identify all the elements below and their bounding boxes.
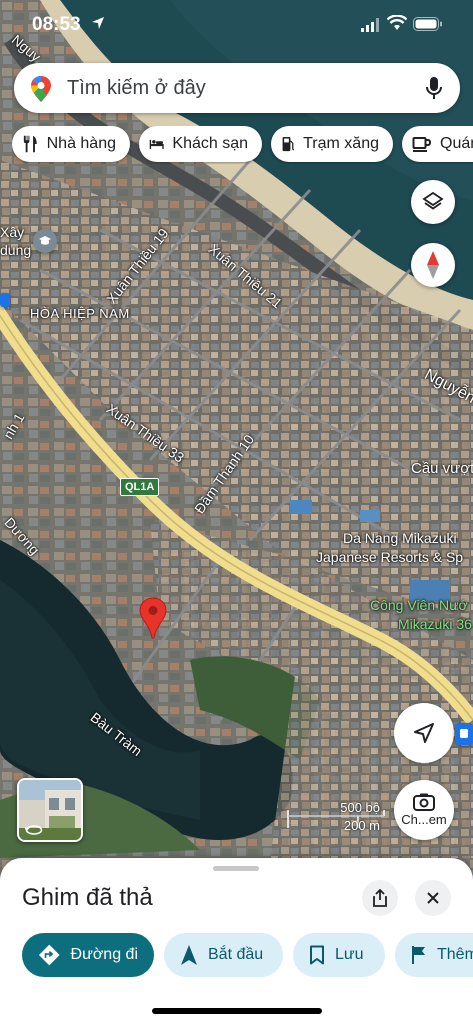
share-button[interactable] [362,880,398,916]
highway-shield: QL1A [120,478,160,496]
chip-label: Nhà hàng [46,135,116,152]
fork-knife-icon [23,135,37,153]
map-park-label: Mikazuki 36 [398,616,472,632]
gas-pump-icon [282,136,295,152]
location-arrow-icon [92,17,104,29]
scale-label-metric: 200 m [343,818,380,833]
camera-search-button[interactable]: Ch...em [394,780,454,840]
map-poi-label: Japanese Resorts & Sp [316,549,464,565]
graduation-cap-icon [39,236,51,245]
transit-marker[interactable] [0,293,10,307]
map-place-label: Xây [0,224,25,240]
camera-search-label: Ch...em [401,812,447,827]
chip-cafes[interactable]: Quán [402,126,473,162]
camera-icon [413,793,435,811]
bookmark-icon [310,945,324,965]
home-indicator[interactable] [152,1008,322,1014]
chip-label: Quán [440,135,473,152]
compass-button[interactable] [411,243,455,287]
bus-icon [460,729,468,738]
rotate-360-icon [25,825,43,835]
search-input[interactable]: Tìm kiếm ở đây [67,77,206,100]
start-label: Bắt đầu [208,946,264,963]
cellular-signal-icon [361,18,379,32]
directions-button[interactable]: Đường đi [22,933,154,977]
chip-label: Khách sạn [172,135,248,152]
search-bar[interactable]: Tìm kiếm ở đây [14,63,460,113]
status-bar: 08:53 [0,0,473,52]
chip-gas-stations[interactable]: Trạm xăng [271,126,393,162]
navigation-arrow-icon [414,723,434,743]
add-label-button[interactable]: Thêm [395,933,473,977]
flag-icon [412,946,425,964]
navigation-arrow-icon [181,945,197,965]
map-poi-label: Da Nang Mikazuki [343,530,457,546]
category-chips: Nhà hàng Khách sạn Trạm xăng Quán [12,126,473,164]
save-label: Lưu [335,946,364,963]
my-location-button[interactable] [394,703,454,763]
battery-icon [413,17,442,31]
map-area-label: HÒA HIỆP NAM [30,306,130,321]
chip-hotels[interactable]: Khách sạn [139,126,262,162]
save-button[interactable]: Lưu [293,933,385,977]
layers-button[interactable] [411,180,455,224]
map-place-label: dung [0,242,32,258]
status-time: 08:53 [32,14,81,35]
action-buttons: Đường đi Bắt đầu Lưu Thêm [0,933,473,979]
map-scale: 500 bộ 200 m [286,798,386,836]
drag-handle[interactable] [213,866,259,871]
start-button[interactable]: Bắt đầu [164,933,283,977]
share-icon [373,889,387,907]
map-place-label: Cầu vượt [411,460,473,477]
chip-label: Trạm xăng [303,135,379,152]
place-title: Ghim đã thả [22,884,153,911]
layers-icon [422,191,444,210]
transit-marker[interactable] [455,723,473,745]
add-label-label: Thêm [437,946,473,963]
microphone-icon[interactable] [426,76,442,100]
dropped-pin-icon[interactable] [139,597,167,639]
scale-label-imperial: 500 bộ [340,800,380,815]
wifi-icon [387,15,407,30]
school-marker[interactable] [33,229,57,253]
directions-label: Đường đi [70,946,138,963]
close-button[interactable] [415,880,451,916]
bottom-sheet[interactable]: Ghim đã thả Đường đi Bắt đầu Lưu Thêm [0,858,473,1024]
chip-restaurants[interactable]: Nhà hàng [12,126,130,162]
google-maps-pin-icon [31,76,51,102]
street-view-thumbnail[interactable] [17,778,83,842]
directions-icon [38,944,60,966]
close-icon [427,892,439,904]
coffee-icon [412,137,432,152]
bed-icon [149,139,164,149]
compass-icon [427,251,439,279]
map-park-label: Công Viên Nướ [370,597,468,613]
